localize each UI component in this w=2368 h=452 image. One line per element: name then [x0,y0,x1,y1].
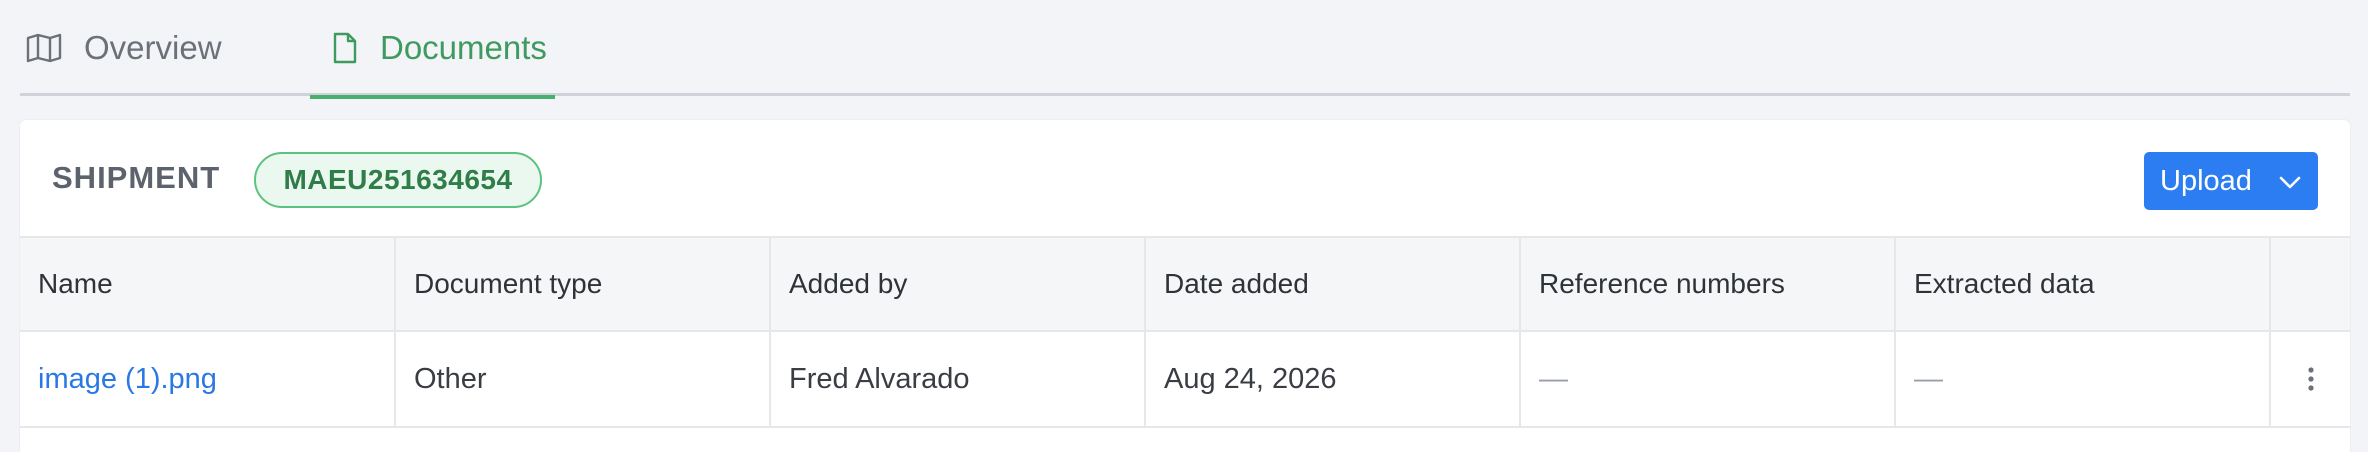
cell-actions [2270,331,2350,427]
column-header-added-by[interactable]: Added by [770,237,1146,331]
column-header-extracted-data[interactable]: Extracted data [1895,237,2271,331]
shipment-id-badge[interactable]: MAEU251634654 [254,152,542,208]
chevron-down-icon [2278,169,2302,202]
documents-card: SHIPMENT MAEU251634654 Upload Name Docum… [20,120,2350,452]
column-header-date-added[interactable]: Date added [1145,237,1521,331]
documents-table: Name Document type Added by Date added R… [20,236,2350,428]
more-options-icon[interactable] [2289,366,2332,392]
tab-overview[interactable]: Overview [26,0,222,96]
cell-added-by: Fred Alvarado [770,331,1146,427]
map-icon [26,33,62,63]
shipment-label: SHIPMENT [52,160,221,195]
column-header-reference-numbers[interactable]: Reference numbers [1520,237,1896,331]
upload-button-label: Upload [2160,164,2252,197]
table-header-row: Name Document type Added by Date added R… [20,237,2350,331]
cell-name: image (1).png [20,331,396,427]
upload-button[interactable]: Upload [2144,152,2318,210]
tab-bar: Overview Documents [20,0,2350,99]
cell-document-type: Other [395,331,771,427]
card-header: SHIPMENT MAEU251634654 Upload [20,120,2350,236]
document-link[interactable]: image (1).png [38,363,217,395]
cell-date-added: Aug 24, 2026 [1145,331,1521,427]
column-header-document-type[interactable]: Document type [395,237,771,331]
tab-documents[interactable]: Documents [310,0,555,99]
cell-extracted-data: — [1895,331,2271,427]
column-header-actions [2270,237,2350,331]
tab-overview-label: Overview [84,29,222,66]
cell-reference-numbers: — [1520,331,1896,427]
column-header-name[interactable]: Name [20,237,396,331]
tab-documents-label: Documents [380,29,547,66]
document-icon [332,32,358,64]
table-row[interactable]: image (1).png Other Fred Alvarado Aug 24… [20,331,2350,427]
